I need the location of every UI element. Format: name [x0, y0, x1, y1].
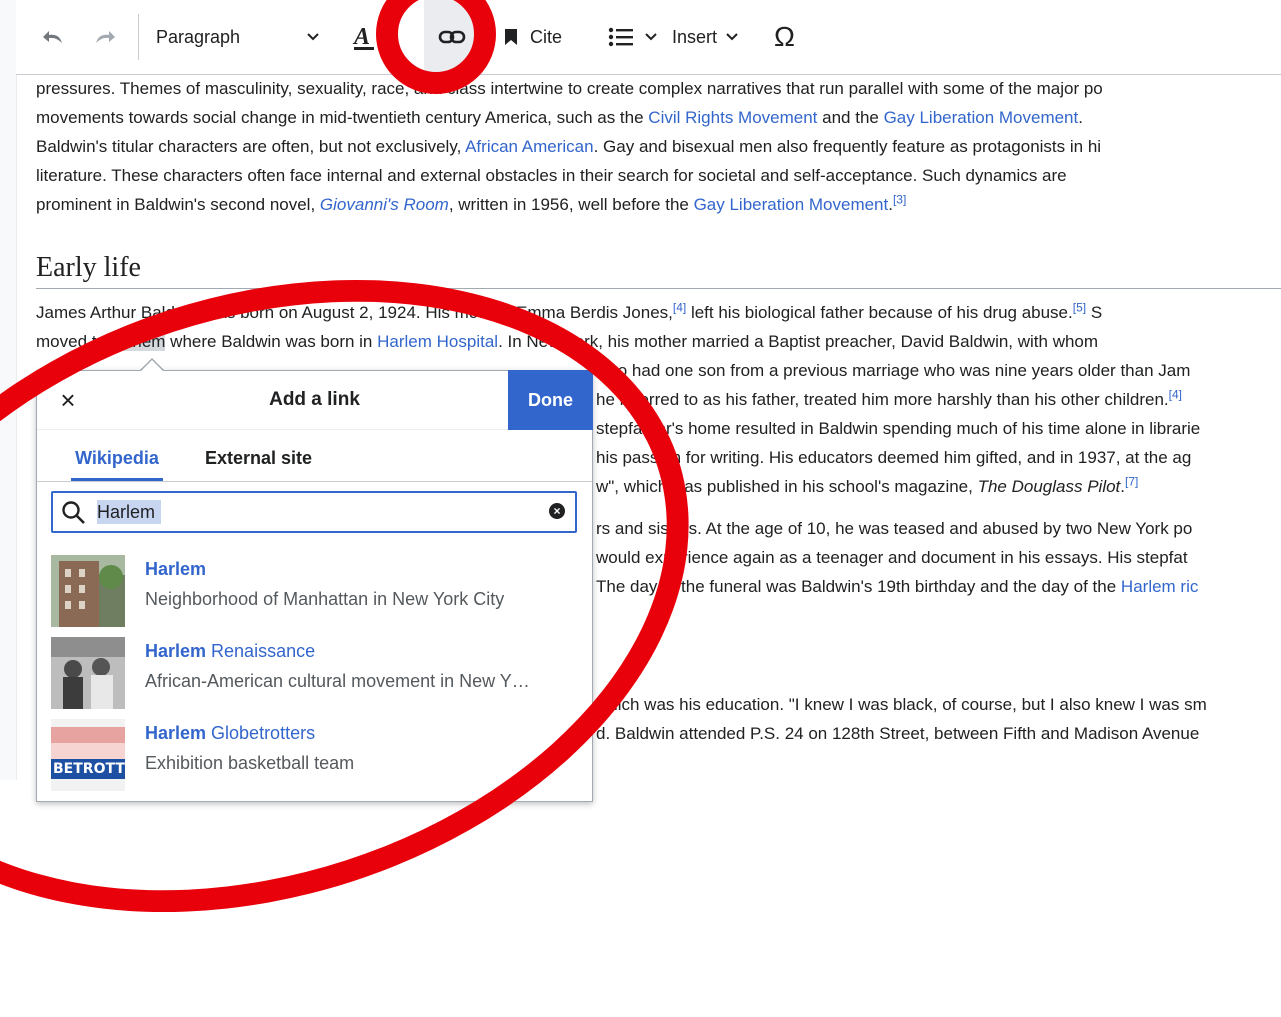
toolbar-divider	[138, 14, 139, 60]
text-style-button[interactable]: A	[352, 0, 380, 74]
search-icon	[62, 501, 85, 524]
result-description: Neighborhood of Manhattan in New York Ci…	[145, 589, 505, 609]
link-button[interactable]	[438, 0, 466, 74]
link-icon	[438, 30, 466, 44]
result-description: Exhibition basketball team	[145, 753, 355, 773]
text-line: moved to Harlem where Baldwin was born i…	[36, 332, 1099, 351]
text-line: Baldwin's titular characters are often, …	[36, 137, 1102, 156]
result-thumbnail	[51, 555, 125, 627]
clear-search-icon[interactable]: ×	[549, 503, 565, 519]
add-link-dialog: Add a link × Done Wikipedia External sit…	[36, 370, 593, 802]
bullet-list-icon	[608, 27, 633, 47]
text-line: The day of the funeral was Baldwin's 19t…	[596, 577, 1199, 596]
list-dropdown[interactable]	[608, 0, 658, 74]
thumbnail-text: BETROTT	[53, 761, 125, 777]
text-line: prominent in Baldwin's second novel, Gio…	[36, 192, 907, 214]
redo-icon	[96, 31, 115, 43]
popup-pointer-inner	[141, 360, 163, 371]
close-icon: ×	[60, 385, 76, 415]
chevron-down-icon	[726, 33, 738, 41]
link-gay-liberation[interactable]: Gay Liberation Movement	[884, 108, 1079, 127]
result-thumbnail	[51, 637, 125, 709]
result-description: African-American cultural movement in Ne…	[145, 671, 530, 691]
text-line: pressures. Themes of masculinity, sexual…	[36, 79, 1103, 98]
early-life-paragraph: James Arthur Baldwin was born on August …	[36, 298, 1102, 356]
citation-5[interactable]: [5]	[1073, 300, 1086, 314]
magazine-title: The Douglass Pilot	[977, 477, 1121, 496]
special-character-button[interactable]: Ω	[774, 0, 795, 74]
text-line: which was his education. "I knew I was b…	[596, 695, 1207, 714]
text-line: movements towards social change in mid-t…	[36, 108, 1083, 127]
text-line: rs and sisters. At the age of 10, he was…	[596, 519, 1193, 538]
chevron-down-icon	[645, 33, 657, 41]
dialog-header: Add a link × Done	[37, 370, 593, 430]
cite-button[interactable]: Cite	[504, 0, 562, 74]
citation-4[interactable]: [4]	[673, 300, 686, 314]
undo-icon	[43, 31, 62, 43]
text-style-icon: A	[352, 24, 374, 50]
text-line: his passion for writing. His educators d…	[596, 448, 1192, 467]
link-gay-liberation[interactable]: Gay Liberation Movement	[694, 195, 889, 214]
section-early-life: Early life	[36, 252, 1281, 289]
tab-wikipedia[interactable]: Wikipedia	[71, 437, 163, 481]
link-giovannis-room[interactable]: Giovanni's Room	[320, 195, 449, 214]
undo-button[interactable]	[42, 0, 66, 74]
result-title: Harlem	[145, 559, 207, 579]
search-result[interactable]: BETROTT Harlem Globetrotters Exhibition …	[37, 713, 592, 793]
result-thumbnail: BETROTT	[51, 719, 125, 791]
link-search-box[interactable]: ×	[51, 491, 577, 533]
link-african-american[interactable]: African American	[465, 137, 594, 156]
text-line: d. Baldwin attended P.S. 24 on 128th Str…	[596, 724, 1200, 743]
text-line: w", which was published in his school's …	[596, 474, 1139, 496]
search-result[interactable]: Harlem Renaissance African-American cult…	[37, 631, 592, 711]
section-heading: Early life	[36, 252, 1281, 289]
tab-external-site[interactable]: External site	[205, 437, 312, 481]
text-line: he referred to as his father, treated hi…	[596, 387, 1182, 409]
cite-label: Cite	[530, 26, 563, 47]
result-title: Harlem Renaissance	[145, 641, 316, 661]
intro-paragraph: pressures. Themes of masculinity, sexual…	[36, 74, 1103, 219]
link-civil-rights[interactable]: Civil Rights Movement	[648, 108, 817, 127]
chevron-down-icon	[307, 33, 319, 41]
search-input[interactable]	[97, 499, 517, 525]
link-harlem-hospital[interactable]: Harlem Hospital	[377, 332, 498, 351]
citation-3[interactable]: [3]	[893, 192, 906, 206]
left-rail	[0, 0, 17, 780]
selected-text-harlem[interactable]: Harlem	[110, 332, 166, 351]
insert-dropdown[interactable]: Insert	[672, 0, 739, 74]
insert-label: Insert	[672, 26, 718, 47]
paragraph-format-dropdown[interactable]: Paragraph	[156, 0, 320, 74]
close-button[interactable]: ×	[51, 383, 85, 417]
bookmark-icon	[505, 29, 517, 45]
citation-4[interactable]: [4]	[1169, 387, 1182, 401]
text-line: stepfather's home resulted in Baldwin sp…	[596, 419, 1201, 438]
text-line: also had one son from a previous marriag…	[596, 361, 1191, 380]
link-harlem-riot[interactable]: Harlem ric	[1121, 577, 1198, 596]
paragraph-label: Paragraph	[156, 26, 241, 47]
dialog-tabs: Wikipedia External site	[37, 437, 592, 482]
text-line: would experience again as a teenager and…	[596, 548, 1188, 567]
citation-7[interactable]: [7]	[1125, 474, 1138, 488]
omega-icon: Ω	[774, 21, 795, 52]
search-result[interactable]: Harlem Neighborhood of Manhattan in New …	[37, 549, 592, 629]
result-title: Harlem Globetrotters	[145, 723, 316, 743]
text-line: James Arthur Baldwin was born on August …	[36, 300, 1103, 322]
redo-button[interactable]	[92, 0, 116, 74]
text-line: literature. These characters often face …	[36, 166, 1067, 185]
svg-text:A: A	[352, 24, 370, 50]
done-button[interactable]: Done	[508, 370, 593, 430]
editor-toolbar: Paragraph A Cite Insert Ω	[16, 0, 1281, 75]
